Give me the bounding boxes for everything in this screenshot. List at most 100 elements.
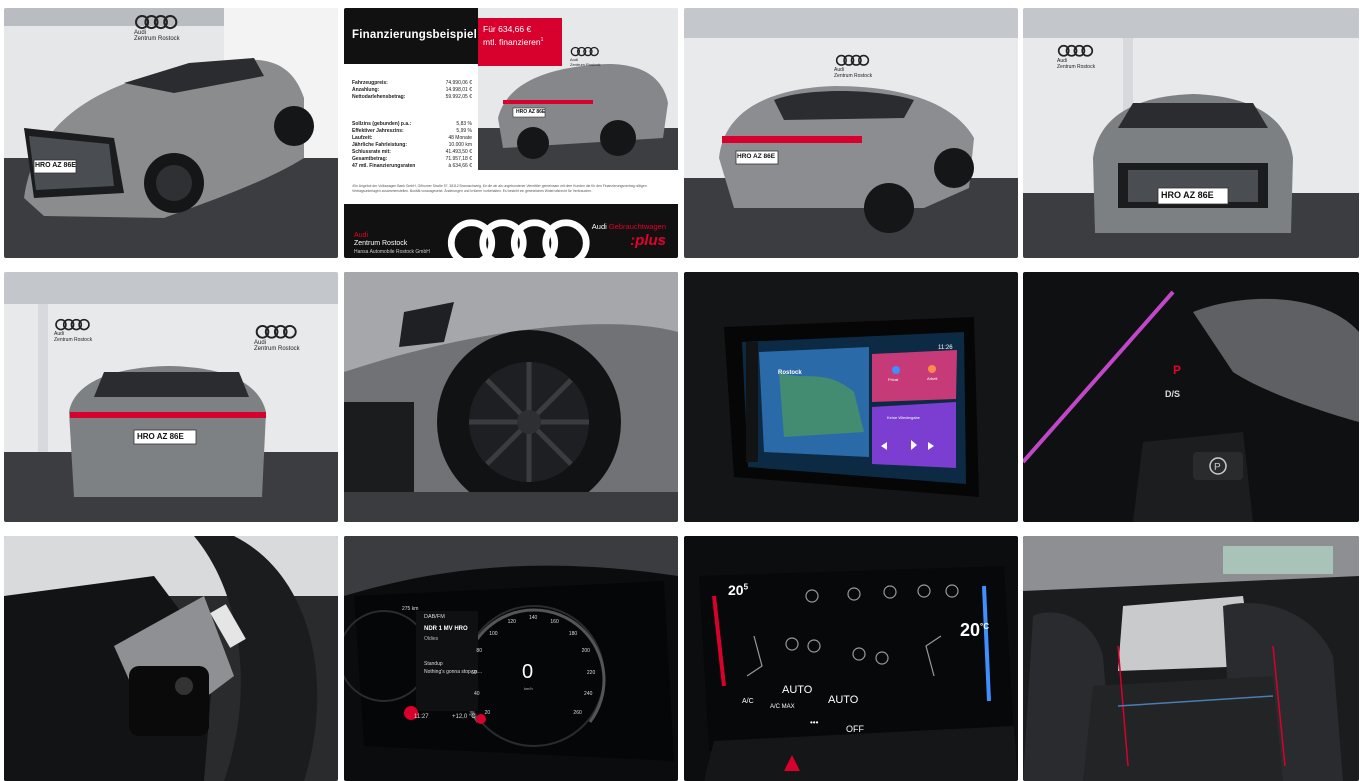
range-readout: 275 km <box>402 606 419 612</box>
card-heading: Finanzierungsbeispiel <box>352 29 477 41</box>
detail-row: Schlussrate mit: 41.493,50 € <box>352 149 472 156</box>
dealer-location: Zentrum Rostock <box>354 240 408 247</box>
radio-station: NDR 1 MV HRO <box>424 626 468 632</box>
detail-label: Schlussrate mit: <box>352 149 391 155</box>
detail-value: 14.998,01 € <box>445 87 472 93</box>
speed-tick-label: 60 <box>471 669 477 676</box>
detail-value: 41.493,50 € <box>445 149 472 155</box>
photo-front-quarter <box>4 8 338 258</box>
gallery-photo-rear-quarter[interactable]: Audi Zentrum Rostock HRO AZ 86E <box>684 8 1018 258</box>
speed-tick-label: 140 <box>529 615 538 621</box>
speed-tick-label: 180 <box>568 630 578 637</box>
speed-unit: km/h <box>524 686 533 691</box>
svg-text:P: P <box>1214 462 1221 473</box>
logo-dealer: Zentrum Rostock <box>134 36 180 43</box>
audi-rings-icon <box>255 324 297 339</box>
detail-value: 48 Monate <box>448 135 472 141</box>
gallery-photo-virtual-cockpit[interactable]: 275 km DAB/FM NDR 1 MV HRO Oldies Standu… <box>344 536 678 781</box>
detail-value: 10.000 km <box>448 142 472 148</box>
photo-virtual-cockpit <box>344 536 678 781</box>
photo-rear-seats <box>1023 536 1359 781</box>
detail-value: 59.992,05 € <box>445 94 472 100</box>
detail-value: 5,99 % <box>456 128 472 134</box>
temp-right: 20°C <box>960 620 989 641</box>
dealer-logo-left: Audi Zentrum Rostock <box>1057 44 1095 70</box>
off-button: OFF <box>846 724 864 734</box>
detail-label: Anzahlung: <box>352 87 380 93</box>
offer-badge: Für 634,66 € mtl. finanzieren1 <box>478 18 562 66</box>
audi-rings-icon <box>570 46 599 57</box>
detail-label: 47 mtl. Finanzierungsraten <box>352 163 416 169</box>
gallery-photo-wheel[interactable] <box>344 272 678 522</box>
speed-tick-label: 160 <box>550 619 559 626</box>
license-plate: HRO AZ 86E <box>1161 190 1214 200</box>
gallery-financing-card[interactable]: HRO AZ 86E Audi Zentrum Rostock Finanzie… <box>344 8 678 258</box>
photo-wheel <box>344 272 678 522</box>
temp-left-suffix: 5 <box>743 582 749 592</box>
detail-label: Jährliche Fahrleistung: <box>352 142 408 148</box>
audi-rings-icon <box>55 318 90 331</box>
gallery-photo-rear[interactable]: Audi Zentrum Rostock Audi Zentrum Rostoc… <box>4 272 338 522</box>
gear-indicator: D/S <box>1165 389 1181 399</box>
photo-steering-wheel <box>4 536 338 781</box>
detail-row: Anzahlung: 14.998,01 € <box>352 87 472 94</box>
financing-details: Fahrzeugpreis: 74.990,06 € Anzahlung: 14.9… <box>352 80 472 170</box>
detail-row: Jährliche Fahrleistung: 10.000 km <box>352 142 472 149</box>
gallery-photo-infotainment[interactable]: Rostock 11:26 Privat Arbeit Keine Wieder… <box>684 272 1018 522</box>
image-gallery: Audi Zentrum Rostock HRO AZ 86E HRO AZ 8… <box>0 0 1363 781</box>
ac-max-button: A/C MAX <box>770 704 795 710</box>
program-plus-logo: :plus <box>630 232 666 249</box>
radio-genre: Oldies <box>424 636 439 642</box>
card-wall-logo: Audi Zentrum Rostock <box>570 46 600 67</box>
photo-climate-control <box>684 536 1018 781</box>
detail-value: 5,83 % <box>456 121 472 127</box>
program-name: Audi Gebrauchtwagen <box>592 222 666 231</box>
media-status: Keine Wiedergabe <box>887 415 920 420</box>
temp-right-unit: °C <box>980 622 990 631</box>
speed-tick-label: 200 <box>581 648 590 655</box>
dealer-banner: Audi Zentrum Rostock Hansa Automobile Ro… <box>344 204 678 258</box>
outside-temp: +12,0 °C <box>452 714 476 720</box>
logo-dealer: Zentrum Rostock <box>834 72 873 79</box>
status-time: 11:26 <box>938 345 953 351</box>
detail-row: Gesamtbetrag: 71.957,18 € <box>352 156 472 163</box>
audi-rings-icon <box>835 54 870 66</box>
dealer-brand: Audi <box>354 232 369 239</box>
financing-card: HRO AZ 86E Audi Zentrum Rostock Finanzie… <box>344 8 678 258</box>
detail-row: Fahrzeugpreis: 74.990,06 € <box>352 80 472 87</box>
license-plate: HRO AZ 86E <box>737 153 776 160</box>
map-city: Rostock <box>778 370 802 376</box>
more-button: ••• <box>810 718 819 727</box>
offer-text: mtl. finanzieren1 <box>483 35 557 48</box>
dealer-name: Audi Zentrum Rostock <box>354 232 407 248</box>
gallery-photo-steering-wheel[interactable] <box>4 536 338 781</box>
offer-text-label: mtl. finanzieren <box>483 36 541 47</box>
auto-right-button: AUTO <box>828 694 859 706</box>
speed-tick-label: 260 <box>573 710 582 717</box>
detail-row: Nettodarlehensbetrag: 59.992,05 € <box>352 94 472 101</box>
program-brand: Audi <box>591 222 607 231</box>
dealer-logo: Audi Zentrum Rostock <box>134 14 180 42</box>
photo-infotainment <box>684 272 1018 522</box>
detail-row: 47 mtl. Finanzierungsraten à 634,66 € <box>352 163 472 170</box>
dealer-logo-right: Audi Zentrum Rostock <box>254 324 300 352</box>
gallery-photo-front-quarter[interactable]: Audi Zentrum Rostock HRO AZ 86E <box>4 8 338 258</box>
detail-row: Laufzeit: 48 Monate <box>352 135 472 142</box>
audi-rings-icon <box>1057 44 1094 57</box>
shortcut-home-label: Privat <box>888 377 899 382</box>
gallery-photo-gear-selector[interactable]: P P D/S <box>1023 272 1359 522</box>
speed-tick-label: 40 <box>473 691 480 698</box>
detail-row: Effektiver Jahreszins: 5,99 % <box>352 128 472 135</box>
detail-label: Laufzeit: <box>352 135 373 141</box>
detail-label: Gesamtbetrag: <box>352 156 388 162</box>
detail-value: à 634,66 € <box>448 163 472 169</box>
license-plate: HRO AZ 86E <box>35 162 76 169</box>
speed-tick-label: 100 <box>489 630 498 637</box>
cockpit-time: 11:27 <box>414 714 429 720</box>
photo-rear-quarter <box>684 8 1018 258</box>
gallery-photo-climate-control[interactable]: 205 20°C AUTO AUTO A/C A/C MAX ••• OFF <box>684 536 1018 781</box>
gallery-photo-rear-seats[interactable] <box>1023 536 1359 781</box>
gallery-photo-front[interactable]: Audi Zentrum Rostock HRO AZ 86E <box>1023 8 1359 258</box>
offer-footnote-mark: 1 <box>540 37 544 43</box>
dealer-logo: Audi Zentrum Rostock <box>834 54 872 79</box>
